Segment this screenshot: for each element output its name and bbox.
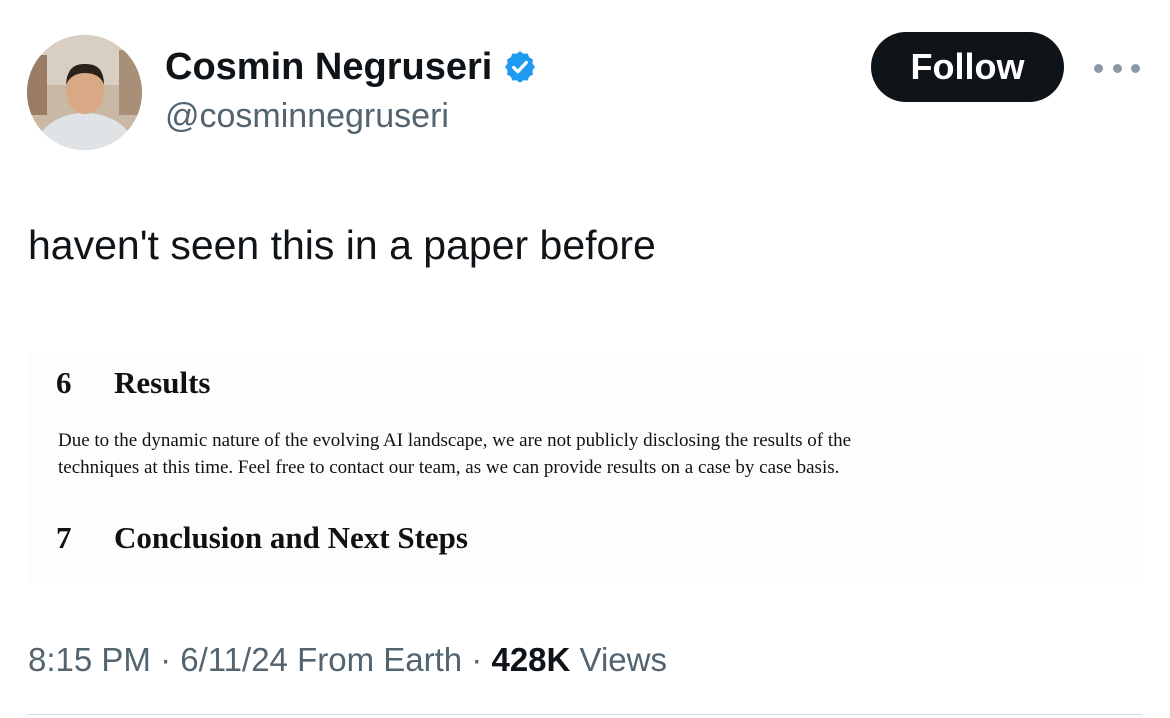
profile-photo <box>27 35 142 150</box>
attached-image[interactable]: 6 Results Due to the dynamic nature of t… <box>28 352 1142 584</box>
tweet-time[interactable]: 8:15 PM <box>28 641 151 678</box>
divider <box>28 714 1142 715</box>
paragraph-line: techniques at this time. Feel free to co… <box>58 457 840 478</box>
follow-button[interactable]: Follow <box>871 32 1064 102</box>
avatar[interactable] <box>27 35 142 150</box>
section-number: 6 <box>56 365 72 400</box>
display-name[interactable]: Cosmin Negruseri <box>165 44 538 90</box>
section-title: Results <box>114 365 211 400</box>
more-dot <box>1112 63 1122 73</box>
separator-dot: · <box>160 641 181 678</box>
user-handle[interactable]: @cosminnegruseri <box>165 95 449 137</box>
paragraph-line: Due to the dynamic nature of the evolvin… <box>58 430 852 451</box>
section-7-heading: 7 Conclusion and Next Steps <box>56 519 468 557</box>
section-6-heading: 6 Results <box>56 364 210 402</box>
tweet-date[interactable]: 6/11/24 <box>180 641 288 678</box>
section-number: 7 <box>56 520 72 555</box>
results-paragraph: Due to the dynamic nature of the evolvin… <box>58 427 1138 481</box>
tweet-location: From Earth <box>297 641 463 678</box>
more-dot <box>1094 63 1103 73</box>
tweet-metadata: 8:15 PM · 6/11/24 From Earth · 428K View… <box>28 638 667 682</box>
views-count: 428K <box>491 641 571 678</box>
separator-dot: · <box>471 641 492 678</box>
views-label: Views <box>579 641 667 678</box>
verified-badge-icon <box>502 49 538 85</box>
tweet-text: haven't seen this in a paper before <box>28 222 656 268</box>
display-name-text[interactable]: Cosmin Negruseri <box>165 44 492 90</box>
section-title: Conclusion and Next Steps <box>114 520 468 555</box>
more-dot <box>1131 63 1140 73</box>
more-options-icon[interactable] <box>1094 58 1140 78</box>
